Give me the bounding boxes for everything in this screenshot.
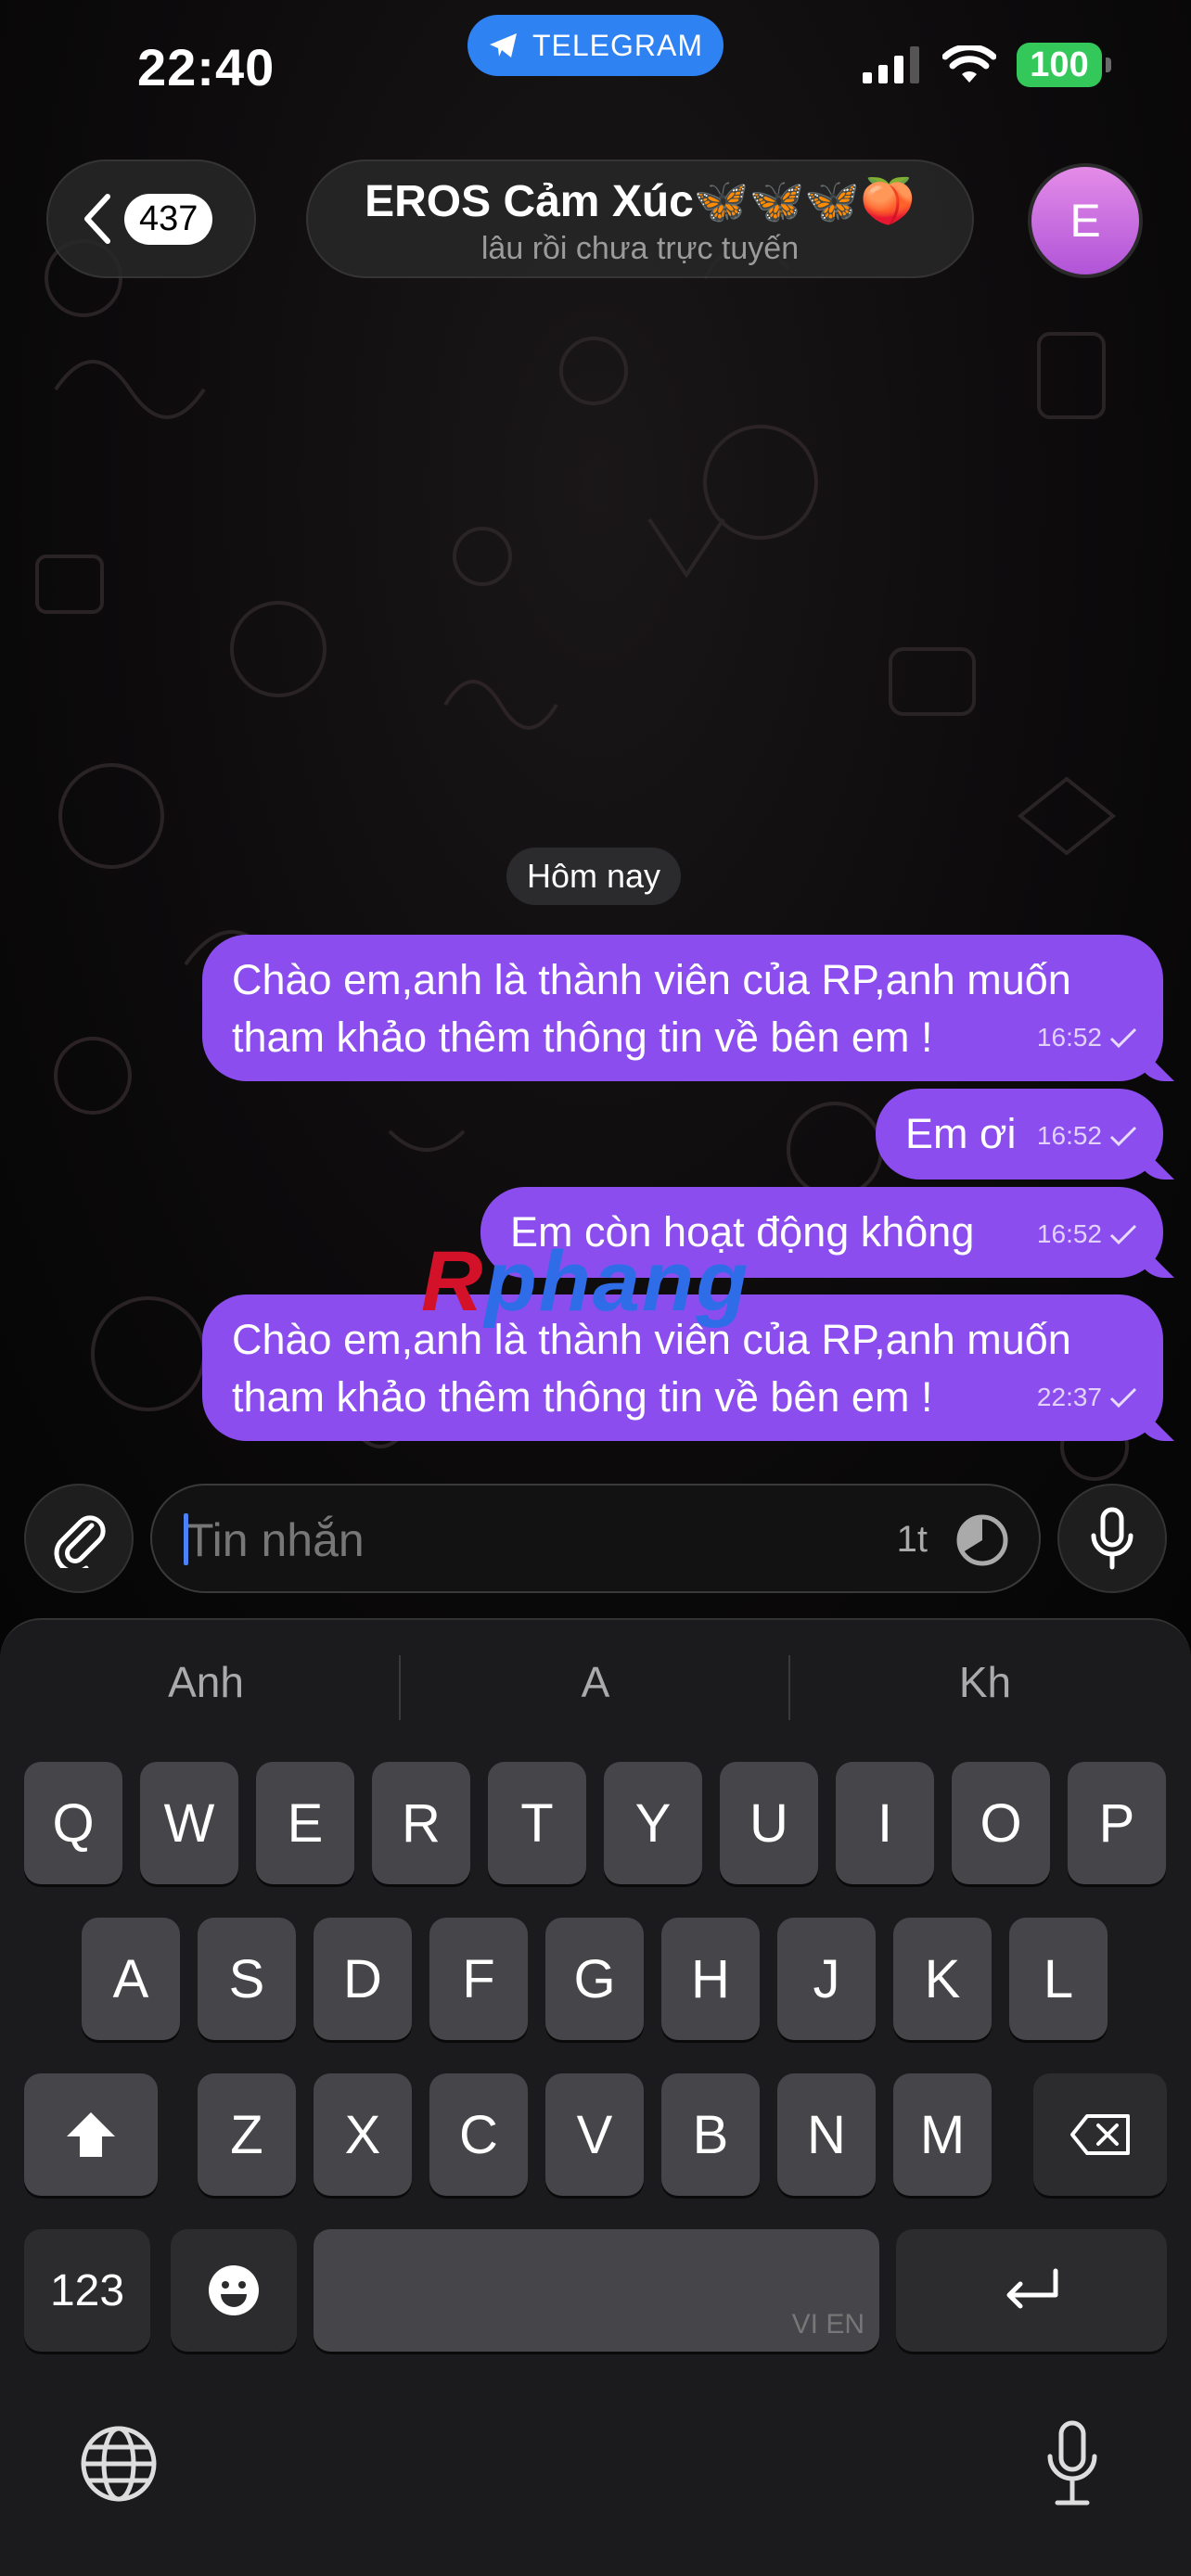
message-meta: 16:52 xyxy=(1037,1009,1137,1066)
chevron-left-icon xyxy=(84,194,110,244)
suggestion-1[interactable]: Anh xyxy=(11,1657,401,1707)
suggestion-3[interactable]: Kh xyxy=(790,1657,1180,1707)
key-p[interactable]: P xyxy=(1068,1762,1166,1884)
message-text-line: tham khảo thêm thông tin về bên em ! xyxy=(232,1373,933,1421)
backspace-icon xyxy=(1070,2114,1130,2155)
backspace-key[interactable] xyxy=(1033,2073,1167,2196)
checkmark-icon xyxy=(1109,1126,1137,1146)
emoji-key[interactable] xyxy=(171,2229,297,2352)
microphone-icon xyxy=(1091,1507,1133,1570)
date-separator: Hôm nay xyxy=(506,848,682,905)
battery-indicator: 100 xyxy=(1017,43,1111,87)
key-r[interactable]: R xyxy=(372,1762,470,1884)
space-bar[interactable]: VI EN xyxy=(314,2229,879,2352)
message-bubble[interactable]: Em ơi 16:52 xyxy=(876,1089,1174,1180)
telegram-plane-icon xyxy=(489,33,517,57)
key-n[interactable]: N xyxy=(777,2073,876,2196)
key-a[interactable]: A xyxy=(82,1918,180,2040)
message-text-line: tham khảo thêm thông tin về bên em ! xyxy=(232,1014,933,1061)
key-h[interactable]: H xyxy=(661,1918,760,2040)
key-m[interactable]: M xyxy=(893,2073,992,2196)
voice-record-button[interactable] xyxy=(1057,1484,1167,1593)
globe-icon[interactable] xyxy=(80,2425,158,2503)
paperclip-icon xyxy=(54,1515,106,1568)
suggestion-2[interactable]: A xyxy=(401,1657,790,1707)
key-k[interactable]: K xyxy=(893,1918,992,2040)
message-time: 16:52 xyxy=(1036,1121,1102,1150)
key-u[interactable]: U xyxy=(720,1762,818,1884)
status-indicators: 100 xyxy=(863,43,1111,87)
dictation-microphone-icon[interactable] xyxy=(1046,2419,1098,2508)
key-i[interactable]: I xyxy=(836,1762,934,1884)
key-j[interactable]: J xyxy=(777,1918,876,2040)
key-b[interactable]: B xyxy=(661,2073,760,2196)
on-screen-keyboard: Anh A Kh Q W E R T Y U I O P A S D F G H… xyxy=(0,1618,1191,2576)
message-text-line: Chào em,anh là thành viên của RP,anh muố… xyxy=(232,956,1071,1003)
key-d[interactable]: D xyxy=(314,1918,412,2040)
telegram-chat-screen: 22:40 TELEGRAM 100 437 EROS Cảm Xúc🦋🦋🦋🍑 … xyxy=(0,0,1191,2576)
wifi-icon xyxy=(942,45,996,83)
chat-last-seen: lâu rồi chưa trực tuyến xyxy=(480,231,800,266)
unread-count-badge: 437 xyxy=(124,193,213,245)
message-time: 16:52 xyxy=(1036,1219,1102,1248)
telegram-pill-label: TELEGRAM xyxy=(531,28,704,62)
watermark-text: phang xyxy=(484,1234,750,1329)
shift-arrow-icon xyxy=(67,2112,115,2157)
telegram-return-pill[interactable]: TELEGRAM xyxy=(467,15,724,76)
key-t[interactable]: T xyxy=(488,1762,586,1884)
key-e[interactable]: E xyxy=(256,1762,354,1884)
key-c[interactable]: C xyxy=(429,2073,528,2196)
message-bubble[interactable]: Chào em,anh là thành viên của RP,anh muố… xyxy=(202,935,1174,1081)
key-f[interactable]: F xyxy=(429,1918,528,2040)
numbers-key[interactable]: 123 xyxy=(24,2229,150,2352)
return-arrow-icon xyxy=(1006,2268,1058,2309)
auto-delete-timer-label: 1t xyxy=(896,1519,928,1560)
checkmark-icon xyxy=(1109,1027,1137,1048)
key-s[interactable]: S xyxy=(198,1918,296,2040)
auto-delete-timer-icon[interactable] xyxy=(954,1511,1011,1569)
key-y[interactable]: Y xyxy=(604,1762,702,1884)
message-time: 16:52 xyxy=(1036,1023,1102,1052)
message-meta: 22:37 xyxy=(1037,1369,1137,1426)
message-meta: 16:52 xyxy=(1037,1107,1137,1165)
checkmark-icon xyxy=(1109,1224,1137,1244)
message-input[interactable] xyxy=(184,1510,837,1571)
chat-title: EROS Cảm Xúc🦋🦋🦋🍑 xyxy=(365,177,916,226)
watermark-letter: R xyxy=(421,1234,485,1329)
key-l[interactable]: L xyxy=(1009,1918,1108,2040)
checkmark-icon xyxy=(1109,1387,1137,1408)
key-v[interactable]: V xyxy=(545,2073,644,2196)
message-input-field[interactable]: 1t xyxy=(150,1484,1041,1593)
key-g[interactable]: G xyxy=(545,1918,644,2040)
text-caret xyxy=(184,1513,188,1565)
watermark-logo: Rphang xyxy=(421,1233,749,1331)
cellular-signal-icon xyxy=(863,46,919,83)
key-w[interactable]: W xyxy=(140,1762,238,1884)
contact-avatar[interactable]: E xyxy=(1028,163,1143,278)
key-o[interactable]: O xyxy=(952,1762,1050,1884)
emoji-face-icon xyxy=(209,2265,259,2315)
chat-title-button[interactable]: EROS Cảm Xúc🦋🦋🦋🍑 lâu rồi chưa trực tuyến xyxy=(306,159,974,278)
key-x[interactable]: X xyxy=(314,2073,412,2196)
shift-key[interactable] xyxy=(24,2073,158,2196)
attach-button[interactable] xyxy=(24,1484,134,1593)
message-time: 22:37 xyxy=(1036,1383,1102,1411)
key-z[interactable]: Z xyxy=(198,2073,296,2196)
key-q[interactable]: Q xyxy=(24,1762,122,1884)
status-time: 22:40 xyxy=(137,38,275,96)
return-key[interactable] xyxy=(896,2229,1167,2352)
message-meta: 16:52 xyxy=(1037,1205,1137,1263)
back-button[interactable]: 437 xyxy=(46,159,256,278)
